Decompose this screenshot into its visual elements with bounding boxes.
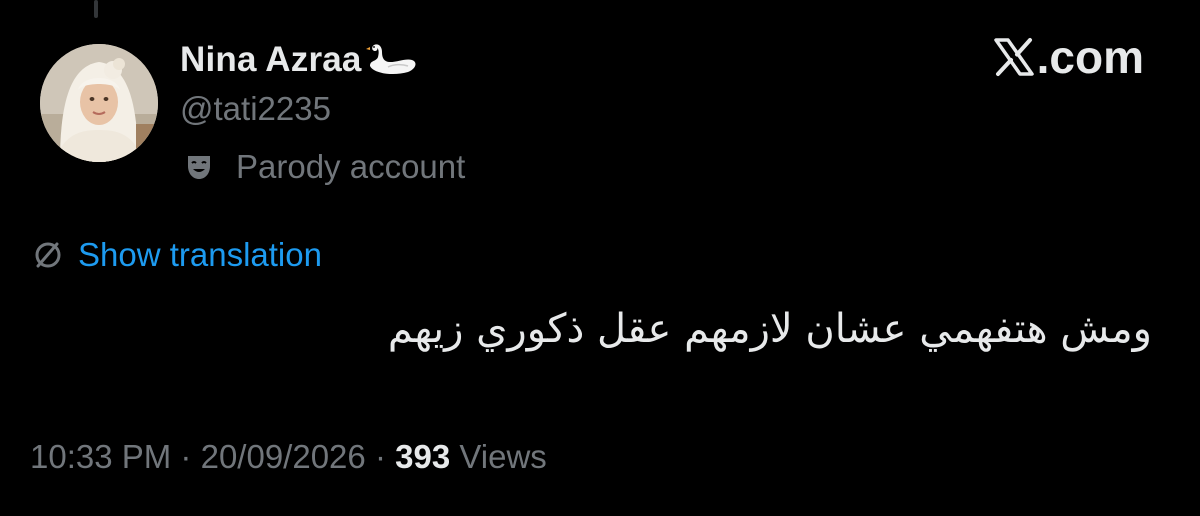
display-name[interactable]: Nina Azraa [180, 40, 362, 80]
parody-label-row: Parody account [184, 148, 465, 186]
x-com-text: .com [1036, 31, 1144, 83]
meta-separator: · [180, 438, 192, 475]
x-com-branding: .com [993, 30, 1144, 84]
theater-mask-icon [184, 152, 214, 182]
meta-separator: · [374, 438, 386, 475]
tweet-text: ومش هتفهمي عشان لازمهم عقل ذكوري زيهم [387, 306, 1152, 352]
avatar[interactable] [40, 44, 158, 162]
swan-icon [364, 40, 420, 80]
views-count[interactable]: 393 [395, 438, 450, 475]
parody-account-label: Parody account [236, 148, 466, 185]
globe-icon [30, 237, 66, 273]
x-logo-icon [993, 36, 1035, 78]
thread-connector-line [94, 0, 98, 18]
tweet-time[interactable]: 10:33 PM [30, 438, 171, 475]
author-handle[interactable]: @tati2235 [180, 90, 331, 128]
show-translation-link[interactable]: Show translation [78, 236, 322, 274]
views-label[interactable]: Views [459, 438, 546, 475]
author-name-row[interactable]: Nina Azraa [180, 36, 420, 84]
show-translation-row[interactable]: Show translation [30, 236, 322, 274]
tweet-metadata: 10:33 PM · 20/09/2026 · 393 Views [30, 438, 547, 476]
tweet-date[interactable]: 20/09/2026 [201, 438, 366, 475]
